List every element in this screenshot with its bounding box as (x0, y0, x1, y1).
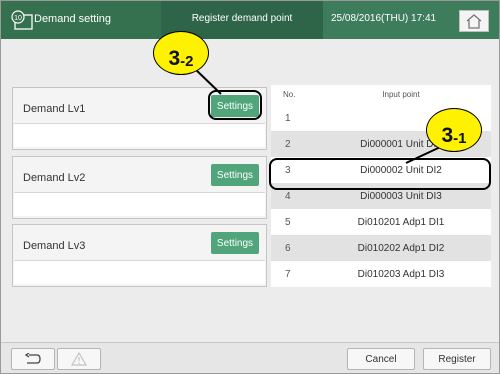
badge-3-1-main: 3 (441, 124, 454, 147)
badge-3-2-sub: -2 (180, 53, 194, 70)
callout-pointers (192, 66, 450, 164)
badge-3-2-main: 3 (168, 47, 181, 70)
badge-3-1-sub: -1 (453, 130, 467, 147)
callout-badge-3-1: 3 -1 (426, 108, 482, 152)
callout-badge-3-2: 3 -2 (153, 31, 209, 75)
demand-setting-screen: 10 Demand setting Register demand point … (0, 0, 500, 374)
